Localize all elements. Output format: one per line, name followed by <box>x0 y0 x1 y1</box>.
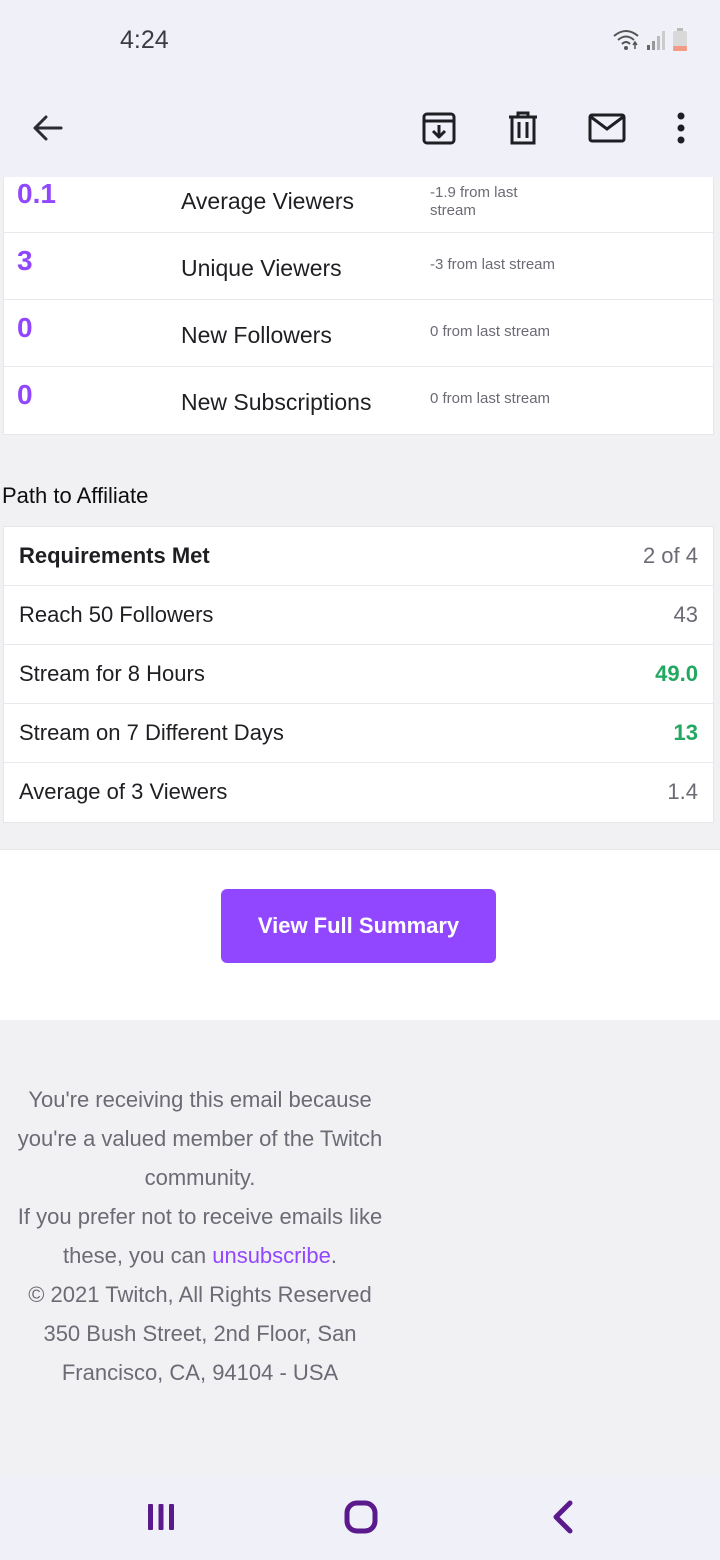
stat-row-unique-viewers: 3 Unique Viewers -3 from last stream <box>4 233 713 300</box>
requirement-label: Stream for 8 Hours <box>19 661 205 686</box>
home-button[interactable] <box>341 1497 381 1537</box>
recent-apps-icon <box>148 1504 174 1530</box>
affiliate-section-title: Path to Affiliate <box>2 483 149 508</box>
requirements-header-label: Requirements Met <box>19 543 210 568</box>
cta-section: View Full Summary <box>0 849 720 1020</box>
requirement-value: 43 <box>673 602 698 627</box>
app-bar <box>0 80 720 177</box>
email-footer: You're receiving this email because you'… <box>0 1080 400 1392</box>
archive-icon <box>422 112 456 145</box>
mail-icon <box>588 113 626 143</box>
stream-stats-table: 0.1 Average Viewers -1.9 from last strea… <box>3 177 714 435</box>
back-nav-button[interactable] <box>543 1497 583 1537</box>
archive-button[interactable] <box>411 100 467 156</box>
stat-label: New Subscriptions <box>181 389 372 415</box>
stat-delta: -1.9 from last stream <box>430 184 518 219</box>
view-full-summary-button[interactable]: View Full Summary <box>221 889 496 963</box>
stat-row-average-viewers: 0.1 Average Viewers -1.9 from last strea… <box>4 177 713 233</box>
delete-button[interactable] <box>495 100 551 156</box>
footer-unsubscribe-suffix: . <box>330 1243 337 1268</box>
back-chevron-icon <box>553 1500 573 1534</box>
more-options-button[interactable] <box>653 100 709 156</box>
footer-reason-text: You're receiving this email because you'… <box>17 1087 383 1190</box>
unsubscribe-link[interactable]: unsubscribe <box>212 1243 331 1268</box>
footer-unsubscribe-text: If you prefer not to receive emails like… <box>0 1197 400 1275</box>
status-time: 4:24 <box>120 26 169 54</box>
stat-delta: 0 from last stream <box>430 390 551 407</box>
stat-value: 0 <box>17 379 33 410</box>
back-button[interactable] <box>20 100 76 156</box>
signal-icon <box>646 29 666 56</box>
status-bar: 4:24 <box>0 0 720 80</box>
stat-delta: -3 from last stream <box>430 256 556 273</box>
requirement-row-followers: Reach 50 Followers 43 <box>4 586 713 645</box>
requirement-value: 1.4 <box>667 779 698 804</box>
requirement-row-days: Stream on 7 Different Days 13 <box>4 704 713 763</box>
system-nav-bar <box>0 1475 720 1560</box>
requirement-label: Stream on 7 Different Days <box>19 720 284 745</box>
stat-delta: 0 from last stream <box>430 323 551 340</box>
requirement-value: 49.0 <box>655 661 698 686</box>
recent-apps-button[interactable] <box>141 1497 181 1537</box>
more-vert-icon <box>677 112 685 144</box>
footer-copyright: © 2021 Twitch, All Rights Reserved <box>28 1282 372 1307</box>
stat-label: Average Viewers <box>181 188 355 214</box>
stat-value: 0 <box>17 312 33 343</box>
stat-row-new-subscriptions: 0 New Subscriptions 0 from last stream <box>4 367 713 434</box>
affiliate-requirements-table: Requirements Met 2 of 4 Reach 50 Followe… <box>3 526 714 823</box>
stat-label: New Followers <box>181 322 332 348</box>
trash-icon <box>509 111 537 145</box>
requirements-header-row: Requirements Met 2 of 4 <box>4 527 713 586</box>
requirement-label: Average of 3 Viewers <box>19 779 228 804</box>
requirement-value: 13 <box>673 720 698 745</box>
status-icons <box>612 28 688 57</box>
home-icon <box>344 1500 378 1534</box>
requirement-label: Reach 50 Followers <box>19 602 214 627</box>
wifi-icon <box>612 29 640 56</box>
requirements-met-count: 2 of 4 <box>642 543 698 568</box>
requirement-row-viewers: Average of 3 Viewers 1.4 <box>4 763 713 822</box>
requirement-row-hours: Stream for 8 Hours 49.0 <box>4 645 713 704</box>
footer-address: 350 Bush Street, 2nd Floor, San Francisc… <box>43 1321 357 1385</box>
stat-value: 3 <box>17 245 33 276</box>
email-body[interactable]: 0.1 Average Viewers -1.9 from last strea… <box>0 177 720 1475</box>
back-arrow-icon <box>33 115 63 141</box>
stat-label: Unique Viewers <box>181 255 342 281</box>
mark-unread-button[interactable] <box>579 100 635 156</box>
stat-value: 0.1 <box>17 178 56 209</box>
battery-icon <box>672 28 688 57</box>
stat-row-new-followers: 0 New Followers 0 from last stream <box>4 300 713 367</box>
